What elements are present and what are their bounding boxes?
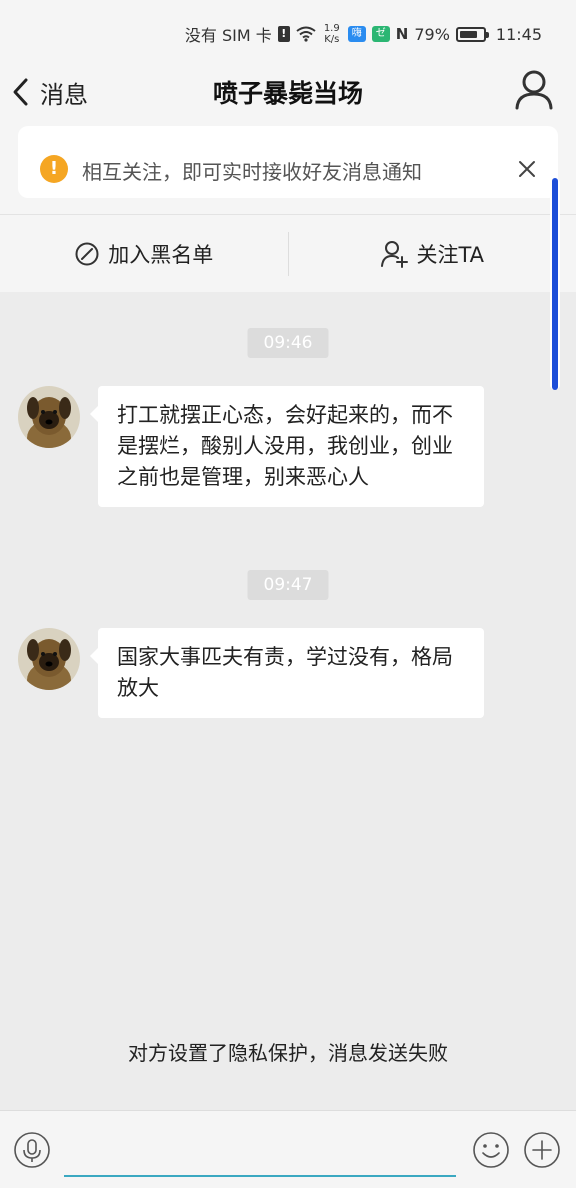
close-notice-button[interactable] xyxy=(514,156,540,182)
status-bar: 没有 SIM 卡 ! 1.9 K/s 嗨 ゼ N 79% 11:45 xyxy=(0,0,576,66)
profile-button[interactable] xyxy=(514,68,554,112)
battery-icon xyxy=(455,26,489,42)
message-timestamp: 09:47 xyxy=(247,570,329,600)
message-bubble[interactable]: 国家大事匹夫有责，学过没有，格局放大 xyxy=(90,628,484,718)
message-row: 国家大事匹夫有责，学过没有，格局放大 xyxy=(18,628,488,718)
voice-button[interactable] xyxy=(13,1131,51,1169)
puppy-avatar-image xyxy=(18,386,80,448)
message-input[interactable] xyxy=(64,1125,456,1177)
message-timestamp: 09:46 xyxy=(247,328,329,358)
avatar[interactable] xyxy=(18,628,80,690)
plus-icon xyxy=(524,1132,560,1168)
notice-area: ! 相互关注，即可实时接收好友消息通知 xyxy=(0,118,576,214)
net-speed: 1.9 K/s xyxy=(322,23,342,45)
clock: 11:45 xyxy=(495,24,542,44)
emoji-button[interactable] xyxy=(472,1131,510,1169)
message-row: 打工就摆正心态，会好起来的，而不是摆烂，酸别人没用，我创业，创业之前也是管理，别… xyxy=(18,386,488,532)
battery-percent: 79% xyxy=(414,24,450,44)
close-icon xyxy=(519,161,535,177)
puppy-avatar-image xyxy=(18,628,80,690)
follow-label: 关注TA xyxy=(416,242,485,267)
follow-notice: ! 相互关注，即可实时接收好友消息通知 xyxy=(18,126,558,198)
send-failed-toast: 对方设置了隐私保护，消息发送失败 xyxy=(82,1022,494,1084)
net-speed-value: 1.9 xyxy=(323,23,340,34)
nfc-icon: N xyxy=(395,25,409,43)
more-button[interactable] xyxy=(523,1131,561,1169)
scrollbar[interactable] xyxy=(550,178,560,390)
net-speed-unit: K/s xyxy=(324,34,340,45)
wifi-icon xyxy=(296,26,316,42)
page-title: 喷子暴毙当场 xyxy=(212,79,363,108)
block-label: 加入黑名单 xyxy=(108,242,214,267)
battery-fill xyxy=(459,30,478,38)
avatar[interactable] xyxy=(18,386,80,448)
follow-button[interactable]: 关注TA xyxy=(289,215,576,292)
app-notification-icon: 嗨 xyxy=(347,26,366,42)
header: 消息 喷子暴毙当场 xyxy=(0,66,576,118)
microphone-icon xyxy=(14,1132,50,1168)
add-user-icon xyxy=(381,240,409,268)
sim-alert-icon: ! xyxy=(277,26,290,42)
warning-icon: ! xyxy=(40,155,68,183)
notice-text: 相互关注，即可实时接收好友消息通知 xyxy=(82,160,422,184)
sim-status-text: 没有 SIM 卡 xyxy=(184,26,272,45)
message-bubble[interactable]: 打工就摆正心态，会好起来的，而不是摆烂，酸别人没用，我创业，创业之前也是管理，别… xyxy=(90,386,484,507)
user-icon xyxy=(515,70,553,110)
emoji-icon xyxy=(473,1132,509,1168)
block-button[interactable]: 加入黑名单 xyxy=(0,215,288,292)
action-row: 加入黑名单 关注TA xyxy=(0,214,576,292)
scrollbar-thumb[interactable] xyxy=(552,178,558,390)
status-icons: 没有 SIM 卡 ! 1.9 K/s 嗨 ゼ N 79% 11:45 xyxy=(185,22,542,46)
input-bar xyxy=(0,1110,576,1188)
block-icon xyxy=(75,242,99,265)
app-notification-icon-2: ゼ xyxy=(371,26,390,42)
